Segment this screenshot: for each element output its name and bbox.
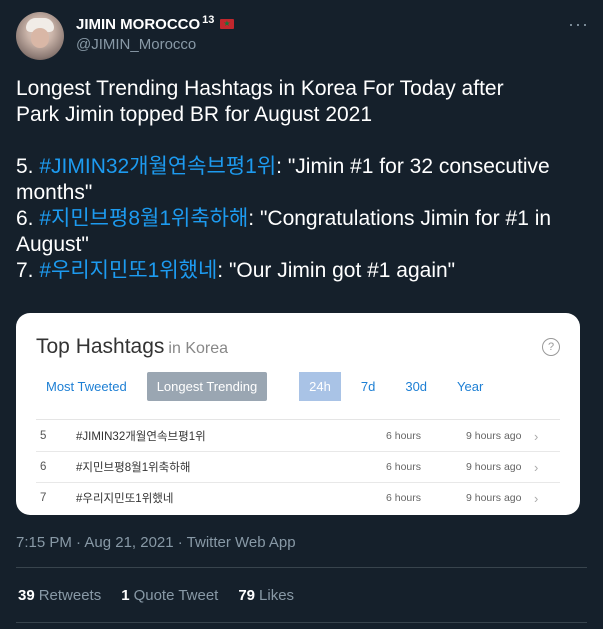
row-hashtag: #지민브평8월1위축하해 xyxy=(76,462,191,474)
table-row: 7 #우리지민또1위했네 6 hours 9 hours ago › xyxy=(36,483,560,513)
hashtag-link[interactable]: #우리지민또1위했네 xyxy=(39,259,217,282)
user-handle[interactable]: @JIMIN_Morocco xyxy=(76,36,196,53)
row-hashtag: #우리지민또1위했네 xyxy=(76,493,174,505)
row-rank: 5 xyxy=(40,430,47,442)
chevron-right-icon: › xyxy=(534,490,539,506)
tab-24h: 24h xyxy=(299,371,341,401)
item-prefix: 7. xyxy=(16,259,40,282)
tweet-line: Longest Trending Hashtags in Korea For T… xyxy=(16,77,504,100)
hashtag-table: 5 #JIMIN32개월연속브평1위 6 hours 9 hours ago ›… xyxy=(36,421,560,513)
name-badge: 13 xyxy=(202,14,215,26)
likes-count: 79 xyxy=(238,587,256,604)
row-duration: 6 hours xyxy=(386,430,422,442)
tweet-timestamp[interactable]: 7:15 PM · Aug 21, 2021 · Twitter Web App xyxy=(16,534,296,551)
divider xyxy=(16,622,587,623)
quotes-label: Quote Tweet xyxy=(133,587,219,604)
item-prefix: 5. xyxy=(16,155,40,178)
card-title-text: Top Hashtags xyxy=(36,335,165,358)
chevron-right-icon: › xyxy=(534,459,539,475)
item-prefix: 6. xyxy=(16,207,40,230)
likes-stat[interactable]: 79 Likes xyxy=(238,587,294,604)
row-rank: 6 xyxy=(40,461,47,473)
quotes-stat[interactable]: 1 Quote Tweet xyxy=(121,587,218,604)
likes-label: Likes xyxy=(259,587,295,604)
chevron-right-icon: › xyxy=(534,428,539,444)
table-row: 5 #JIMIN32개월연속브평1위 6 hours 9 hours ago › xyxy=(36,421,560,452)
retweets-stat[interactable]: 39 Retweets xyxy=(18,587,101,604)
tab-7d: 7d xyxy=(360,378,376,394)
quotes-count: 1 xyxy=(121,587,130,604)
item-text: : "Our Jimin got #1 again" xyxy=(217,259,456,282)
card-title-suffix: in Korea xyxy=(168,340,229,357)
engagement-stats: 39 Retweets 1 Quote Tweet 79 Likes xyxy=(18,587,294,604)
hashtag-link[interactable]: #지민브평8월1위축하해 xyxy=(39,207,248,230)
row-duration: 6 hours xyxy=(386,461,422,473)
divider xyxy=(16,567,587,568)
tweet-item: 6. #지민브평8월1위축하해: "Congratulations Jimin … xyxy=(16,206,591,258)
row-hashtag: #JIMIN32개월연속브평1위 xyxy=(76,431,206,443)
more-options-icon[interactable]: ··· xyxy=(568,14,589,35)
tab-year: Year xyxy=(457,378,484,394)
display-name-text: JIMIN MOROCCO xyxy=(76,16,201,33)
retweets-count: 39 xyxy=(18,587,35,604)
card-title: Top Hashtags in Korea xyxy=(36,335,228,359)
tweet-item: 7. #우리지민또1위했네: "Our Jimin got #1 again" xyxy=(16,258,591,284)
row-ago: 9 hours ago xyxy=(466,461,522,473)
tweet-item: 5. #JIMIN32개월연속브평1위: "Jimin #1 for 32 co… xyxy=(16,154,591,206)
row-rank: 7 xyxy=(40,492,47,504)
display-name[interactable]: JIMIN MOROCCO 13 xyxy=(76,14,214,33)
table-row: 6 #지민브평8월1위축하해 6 hours 9 hours ago › xyxy=(36,452,560,483)
hashtag-image-card[interactable]: Top Hashtags in Korea ? Most Tweeted Long… xyxy=(16,313,580,515)
row-duration: 6 hours xyxy=(386,492,422,504)
hashtag-link[interactable]: #JIMIN32개월연속브평1위 xyxy=(39,155,276,178)
row-ago: 9 hours ago xyxy=(466,430,522,442)
tweet-line: Park Jimin topped BR for August 2021 xyxy=(16,103,373,126)
avatar[interactable] xyxy=(16,12,64,60)
tab-longest-trending: Longest Trending xyxy=(146,371,268,401)
tweet-text: Longest Trending Hashtags in Korea For T… xyxy=(16,76,591,284)
tab-30d: 30d xyxy=(405,378,428,394)
row-ago: 9 hours ago xyxy=(466,492,522,504)
morocco-flag-icon xyxy=(220,18,235,30)
tab-most-tweeted: Most Tweeted xyxy=(46,378,127,394)
help-icon: ? xyxy=(542,338,560,356)
card-tabs: Most Tweeted Longest Trending 24h 7d 30d… xyxy=(36,371,503,401)
avatar-face xyxy=(31,28,49,48)
retweets-label: Retweets xyxy=(38,587,102,604)
name-row: JIMIN MOROCCO 13 xyxy=(76,14,235,33)
card-divider xyxy=(36,419,560,420)
tweet-header: JIMIN MOROCCO13 @JIMIN_Morocco ··· xyxy=(16,12,591,62)
